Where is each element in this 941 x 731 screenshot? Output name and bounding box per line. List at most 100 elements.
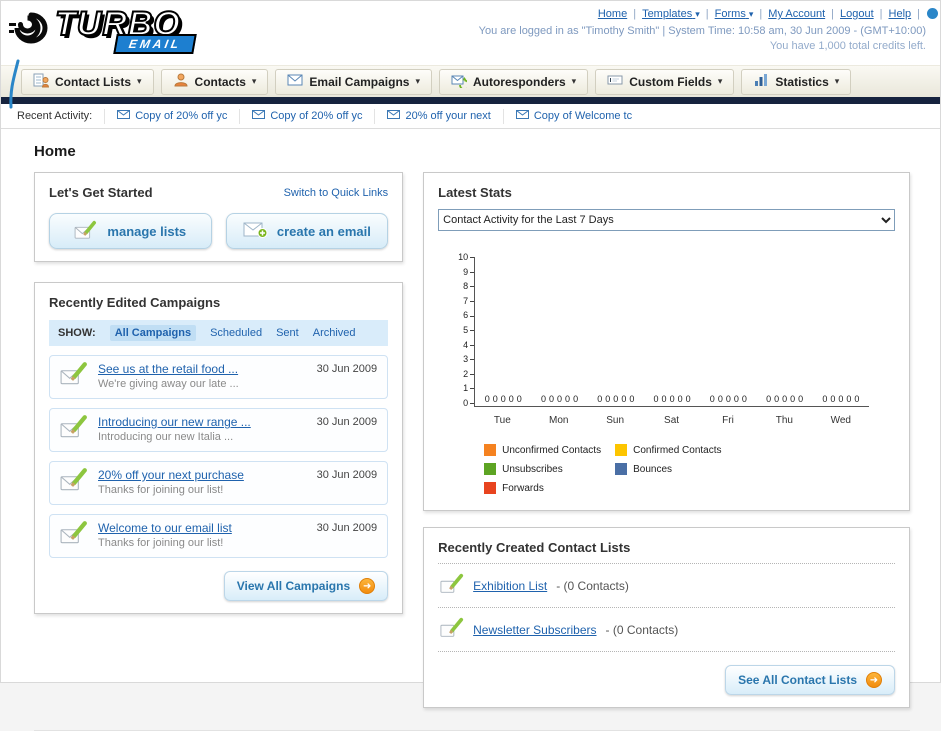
manage-lists-button[interactable]: manage lists <box>49 213 212 249</box>
legend-item: Unconfirmed Contacts <box>484 444 615 456</box>
create-email-button[interactable]: create an email <box>225 213 389 249</box>
recent-activity-item[interactable]: Copy of 20% off yc <box>239 108 374 124</box>
bar-value-label: 0 <box>830 394 836 404</box>
tab-label: Autoresponders <box>472 74 566 89</box>
envelope-icon <box>117 110 131 122</box>
top-link-home[interactable]: Home <box>598 8 627 20</box>
bar-group: 00000 <box>756 395 812 406</box>
top-link-help[interactable]: Help <box>889 8 912 20</box>
filter-all-campaigns[interactable]: All Campaigns <box>109 325 197 341</box>
turbo-swirl-icon <box>9 9 53 56</box>
campaign-subtitle: We're giving away our late ... <box>98 378 239 390</box>
chevron-down-icon: ▾ <box>571 76 577 86</box>
bar-value-label: 0 <box>516 394 522 404</box>
tab-contact-lists[interactable]: Contact Lists ▾ <box>21 68 154 95</box>
see-all-contact-lists-button[interactable]: See All Contact Lists ➜ <box>725 665 895 695</box>
contact-lists-title: Recently Created Contact Lists <box>438 540 895 564</box>
campaign-subtitle: Thanks for joining our list! <box>98 537 224 549</box>
tab-custom-fields[interactable]: Custom Fields ▾ <box>595 68 735 95</box>
app-logo[interactable]: TURBO EMAIL <box>9 4 197 56</box>
switch-quick-links-link[interactable]: Switch to Quick Links <box>284 187 389 199</box>
top-link-templates[interactable]: Templates ▾ <box>642 8 700 20</box>
tab-label: Statistics <box>775 74 829 89</box>
tab-autoresponders[interactable]: Autoresponders ▾ <box>438 68 589 95</box>
tab-label: Email Campaigns <box>309 74 410 89</box>
bar-value-label: 0 <box>709 394 715 404</box>
arrow-circle-icon: ➜ <box>866 672 882 688</box>
campaign-title-link[interactable]: Introducing our new range ... <box>98 415 251 429</box>
contact-list-link[interactable]: Newsletter Subscribers <box>473 623 596 637</box>
tab-contacts[interactable]: Contacts ▾ <box>160 68 269 95</box>
envelope-icon <box>252 110 266 122</box>
legend-item: Unsubscribes <box>484 463 615 475</box>
stats-panel: Latest Stats Contact Activity for the La… <box>423 172 910 511</box>
chevron-down-icon: ▾ <box>415 76 420 86</box>
recent-activity-label: Recent Activity: <box>17 110 93 122</box>
stats-period-select[interactable]: Contact Activity for the Last 7 Days <box>438 209 895 231</box>
bar-value-label: 0 <box>613 394 619 404</box>
bar-value-label: 0 <box>661 394 667 404</box>
y-axis-label: 6 <box>463 311 474 320</box>
recent-activity-item[interactable]: 20% off your next <box>374 108 502 124</box>
bar-group: 00000 <box>644 395 700 406</box>
chevron-down-icon: ▾ <box>834 76 840 86</box>
bar-group: 00000 <box>813 395 869 406</box>
statistics-icon <box>753 72 769 91</box>
bar-value-label: 0 <box>774 394 780 404</box>
bar-value-label: 0 <box>717 394 723 404</box>
y-axis-label: 9 <box>463 267 474 276</box>
campaign-title-link[interactable]: 20% off your next purchase <box>98 468 244 482</box>
bar-value-label: 0 <box>790 394 796 404</box>
tab-label: Contacts <box>194 74 246 89</box>
bar-value-label: 0 <box>854 394 860 404</box>
campaign-title-link[interactable]: See us at the retail food ... <box>98 362 239 376</box>
top-header: TURBO EMAIL Home Templates ▾ Forms ▾ My Acc… <box>1 1 940 109</box>
contact-list-link[interactable]: Exhibition List <box>473 579 547 593</box>
bar-value-label: 0 <box>846 394 852 404</box>
view-all-campaigns-button[interactable]: View All Campaigns ➜ <box>223 571 389 601</box>
get-started-title: Let's Get Started <box>49 185 153 200</box>
campaigns-filter-bar: SHOW: All Campaigns Scheduled Sent Archi… <box>49 320 389 346</box>
x-axis-label: Tue <box>493 415 511 426</box>
bar-value-label: 0 <box>605 394 611 404</box>
x-axis-label: Wed <box>830 415 851 426</box>
contact-list-row: Newsletter Subscribers - (0 Contacts) <box>438 608 895 652</box>
filter-scheduled[interactable]: Scheduled <box>210 327 262 339</box>
main-content: Home Let's Get Started Switch to Quick L… <box>1 129 940 731</box>
bar-group: 00000 <box>475 395 531 406</box>
filter-archived[interactable]: Archived <box>313 327 356 339</box>
bar-value-label: 0 <box>629 394 635 404</box>
tab-statistics[interactable]: Statistics ▾ <box>741 68 852 95</box>
chevron-down-icon: ▾ <box>717 76 723 86</box>
navy-divider <box>1 97 940 104</box>
tab-email-campaigns[interactable]: Email Campaigns ▾ <box>275 68 432 95</box>
campaign-title-link[interactable]: Welcome to our email list <box>98 521 232 535</box>
y-axis-label: 10 <box>458 253 474 262</box>
campaign-row: Welcome to our email list Thanks for joi… <box>49 514 389 558</box>
top-link-forms[interactable]: Forms ▾ <box>715 8 754 20</box>
arrow-circle-icon: ➜ <box>359 578 376 594</box>
header-right: Home Templates ▾ Forms ▾ My Account Logout He… <box>479 7 938 54</box>
contact-list-detail: - (0 Contacts) <box>605 622 679 637</box>
logo-tail-decoration <box>8 59 22 114</box>
bar-value-label: 0 <box>685 394 691 404</box>
recent-activity-item[interactable]: Copy of 20% off yc <box>104 108 239 124</box>
legend-item: Forwards <box>484 482 615 494</box>
notification-dot-icon <box>927 8 938 19</box>
bar-value-label: 0 <box>621 394 627 404</box>
tab-label: Contact Lists <box>55 74 132 89</box>
recent-activity-item[interactable]: Copy of Welcome tc <box>502 108 644 124</box>
legend-swatch <box>484 482 497 494</box>
show-label: SHOW: <box>58 327 96 339</box>
top-link-logout[interactable]: Logout <box>840 8 874 20</box>
campaign-date: 30 Jun 2009 <box>316 416 378 428</box>
stats-chart: 10 9 8 7 6 5 4 3 2 1 0 000000000000000000000000000… <box>444 253 869 494</box>
bar-value-label: 0 <box>822 394 828 404</box>
filter-sent[interactable]: Sent <box>276 327 299 339</box>
bar-value-label: 0 <box>500 394 506 404</box>
legend-label: Unconfirmed Contacts <box>502 444 602 456</box>
chevron-down-icon: ▾ <box>748 9 754 19</box>
main-nav: Contact Lists ▾ Contacts ▾ Email Campaig… <box>1 65 940 97</box>
top-link-my-account[interactable]: My Account <box>768 8 825 20</box>
bar-value-label: 0 <box>725 394 731 404</box>
